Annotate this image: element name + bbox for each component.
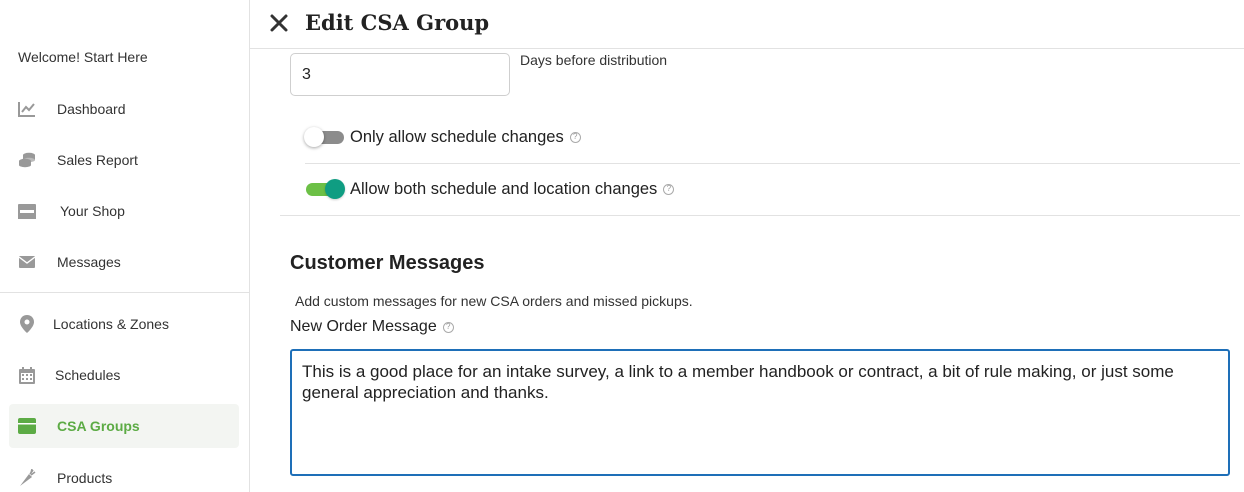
close-icon [270, 14, 288, 32]
map-pin-icon [17, 314, 37, 334]
sidebar-item-messages[interactable]: Messages [9, 240, 239, 284]
calendar-icon [17, 365, 37, 385]
carrot-icon [17, 468, 37, 488]
sidebar-item-label: Your Shop [60, 203, 125, 219]
sidebar-item-label: Products [57, 470, 113, 486]
close-button[interactable] [268, 12, 290, 34]
divider [305, 163, 1240, 164]
sidebar-item-label: Schedules [55, 367, 121, 383]
new-order-message-label: New Order Message ? [290, 318, 454, 336]
sidebar-item-label: Messages [57, 254, 121, 270]
main-panel: Edit CSA Group Days before distribution … [250, 0, 1244, 492]
customer-messages-heading: Customer Messages [290, 252, 485, 274]
toggle-knob [304, 127, 324, 147]
sidebar-item-schedules[interactable]: Schedules [9, 353, 239, 397]
sidebar-item-your-shop[interactable]: Your Shop [9, 189, 239, 233]
new-order-message-label-text: New Order Message [290, 318, 437, 335]
schedule-location-row: Allow both schedule and location changes… [304, 178, 675, 200]
sidebar-divider [0, 292, 250, 293]
schedule-location-toggle[interactable] [304, 178, 346, 200]
customer-messages-description: Add custom messages for new CSA orders a… [295, 293, 693, 309]
sidebar-item-locations-zones[interactable]: Locations & Zones [9, 302, 239, 346]
help-icon[interactable]: ? [442, 321, 454, 333]
sidebar: Welcome! Start Here Dashboard Sales Repo… [0, 0, 250, 492]
sidebar-item-label: Dashboard [57, 101, 126, 117]
toggle-knob [325, 179, 345, 199]
schedule-only-row: Only allow schedule changes ? [304, 126, 581, 148]
divider [280, 215, 1240, 216]
days-before-input[interactable] [290, 53, 510, 96]
days-before-label: Days before distribution [520, 52, 668, 68]
help-icon[interactable]: ? [569, 131, 581, 143]
chart-line-icon [17, 99, 37, 119]
schedule-location-label: Allow both schedule and location changes [350, 179, 658, 198]
sidebar-item-sales-report[interactable]: Sales Report [9, 138, 239, 182]
new-order-message-textarea[interactable]: This is a good place for an intake surve… [290, 349, 1230, 476]
schedule-only-toggle[interactable] [304, 126, 346, 148]
store-icon [17, 201, 37, 221]
box-icon [17, 416, 37, 436]
sidebar-item-label: Locations & Zones [53, 316, 169, 332]
sidebar-item-products[interactable]: Products [9, 456, 239, 492]
sidebar-item-label: CSA Groups [57, 418, 140, 434]
sidebar-item-dashboard[interactable]: Dashboard [9, 87, 239, 131]
page-title: Edit CSA Group [305, 10, 490, 35]
sidebar-item-label: Sales Report [57, 152, 138, 168]
help-icon[interactable]: ? [663, 183, 675, 195]
schedule-only-label: Only allow schedule changes [350, 127, 564, 146]
envelope-icon [17, 252, 37, 272]
sidebar-item-csa-groups[interactable]: CSA Groups [9, 404, 239, 448]
header: Edit CSA Group [250, 0, 1244, 49]
coins-icon [17, 150, 37, 170]
welcome-link[interactable]: Welcome! Start Here [18, 49, 148, 65]
